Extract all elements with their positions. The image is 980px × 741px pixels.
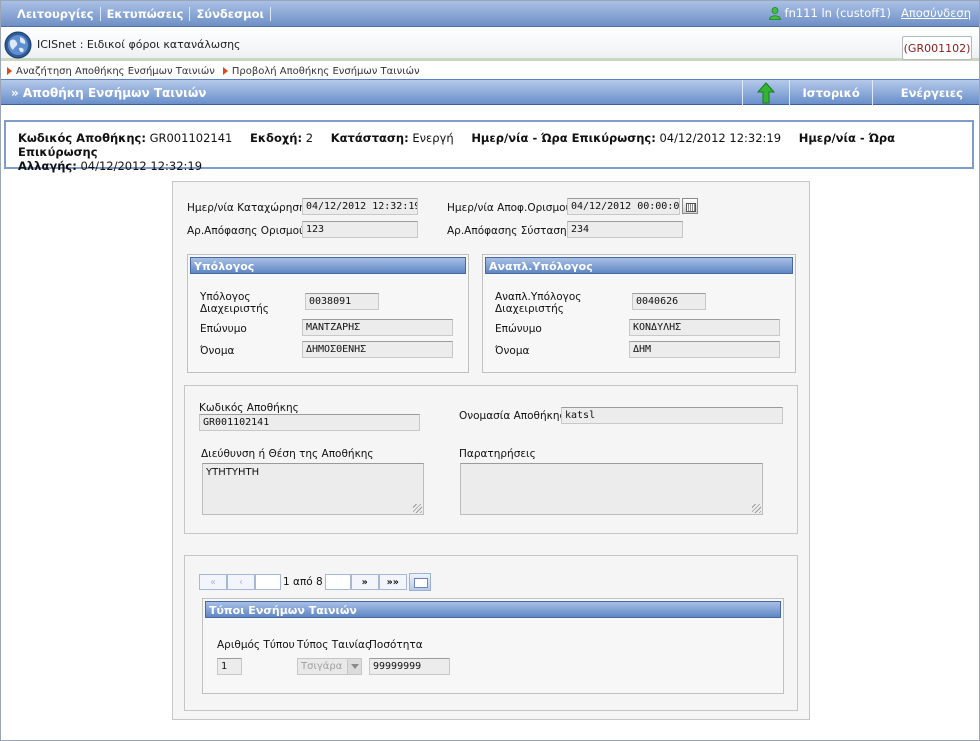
app-title: ICISnet : Ειδικοί φόροι κατανάλωσης: [37, 38, 241, 51]
logout-link[interactable]: Αποσύνδεση: [901, 6, 971, 20]
app-header: ICISnet : Ειδικοί φόροι κατανάλωσης (GR0…: [1, 28, 979, 61]
responsible-surname-field[interactable]: ΜΑΝΤΖΑΡΗΣ: [302, 319, 453, 336]
breadcrumb-search-label: Αναζήτηση Αποθήκης Ενσήμων Ταινιών: [16, 65, 215, 77]
decision-number-field[interactable]: 123: [302, 221, 418, 238]
breadcrumb-view[interactable]: Προβολή Αποθήκης Ενσήμων Ταινιών: [222, 65, 420, 77]
warehouse-form: Ημερ/νία Καταχώρησης 04/12/2012 12:32:19…: [172, 181, 810, 720]
arrow-right-icon: [7, 67, 12, 75]
quantity-header: Ποσότητα: [369, 639, 423, 651]
summary-status-value: Ενεργή: [412, 131, 454, 145]
pagination: « ‹ 1 από 8 » »»: [199, 574, 407, 590]
warehouse-address-textarea[interactable]: ΥΤΗΤΥΗΤΗ: [202, 463, 424, 515]
summary-version-label: Εκδοχή:: [250, 131, 303, 145]
section-header: » Αποθήκη Ενσήμων Ταινιών Ιστορικό Ενέργ…: [1, 79, 979, 105]
export-icon[interactable]: [409, 573, 431, 591]
responsible-id-label: Υπόλογος: [200, 291, 251, 303]
warehouse-address-label: Διεύθυνση ή Θέση της Αποθήκης: [201, 448, 374, 460]
responsible-group: Υπόλογος Υπόλογος Διαχειριστής 0038091 Ε…: [187, 254, 469, 373]
breadcrumb: Αναζήτηση Αποθήκης Ενσήμων Ταινιών Προβο…: [1, 64, 979, 78]
first-page-button[interactable]: «: [199, 574, 227, 590]
responsible-group-title: Υπόλογος: [190, 257, 466, 274]
tape-types-section: « ‹ 1 από 8 » »» Τύποι Ενσήμων Ταινιών Α…: [184, 555, 798, 711]
responsible-id-label-2: Διαχειριστής: [200, 303, 269, 315]
last-page-button[interactable]: »»: [378, 574, 407, 590]
deputy-group-title: Αναπλ.Υπόλογος: [485, 257, 793, 274]
history-button[interactable]: Ιστορικό: [789, 80, 871, 105]
warehouse-name-label: Ονομασία Αποθήκης: [459, 410, 566, 422]
tape-type-value: Τσιγάρα: [301, 661, 343, 672]
warehouse-code-label: Κωδικός Αποθήκης: [199, 402, 299, 414]
responsible-name-field[interactable]: ΔΗΜΟΣΘΕΝΗΣ: [302, 341, 453, 358]
deputy-name-field[interactable]: ΔΗΜ: [629, 341, 780, 358]
page-size-input[interactable]: [324, 574, 351, 590]
menu-prints[interactable]: Εκτυπώσεις: [101, 7, 191, 21]
summary-status-label: Κατάσταση:: [330, 131, 409, 145]
deputy-surname-field[interactable]: ΚΟΝΔΥΛΗΣ: [629, 319, 780, 336]
summary-code-label: Κωδικός Αποθήκης:: [18, 131, 146, 145]
top-menu-bar: Λειτουργίες Εκτυπώσεις Σύνδεσμοι fn111 l…: [1, 1, 979, 27]
tape-type-select[interactable]: Τσιγάρα: [297, 658, 362, 675]
warehouse-details: Κωδικός Αποθήκης GR001102141 Ονομασία Απ…: [184, 385, 798, 534]
section-toolbar: Ιστορικό Ενέργειες: [742, 80, 979, 105]
chevron-down-icon: [347, 659, 361, 674]
deputy-id-label: Αναπλ.Υπόλογος: [495, 291, 582, 303]
user-box: fn111 ln (custoff1) Αποσύνδεση: [768, 6, 971, 20]
breadcrumb-view-label: Προβολή Αποθήκης Ενσήμων Ταινιών: [231, 65, 420, 77]
decision-date-field[interactable]: 04/12/2012 00:00:00: [567, 198, 680, 215]
prev-page-button[interactable]: ‹: [227, 574, 255, 590]
deputy-id-field[interactable]: 0040626: [632, 293, 706, 310]
summary-version-value: 2: [305, 131, 314, 145]
warehouse-address-text: ΥΤΗΤΥΗΤΗ: [206, 467, 260, 478]
type-number-header: Αριθμός Τύπου: [217, 639, 295, 651]
calendar-icon[interactable]: [682, 198, 698, 214]
warehouse-summary: Κωδικός Αποθήκης: GR001102141 Εκδοχή: 2 …: [4, 120, 974, 173]
deputy-id-label-2: Διαχειριστής: [495, 303, 564, 315]
arrow-right-icon: [222, 67, 228, 75]
menu-operations[interactable]: Λειτουργίες: [11, 7, 101, 21]
resize-grip-icon[interactable]: [413, 504, 422, 513]
establishment-number-label: Αρ.Απόφασης Σύστασης: [447, 225, 573, 237]
tape-types-group: Τύποι Ενσήμων Ταινιών Αριθμός Τύπου Τύπο…: [202, 598, 784, 694]
menu-links[interactable]: Σύνδεσμοι: [190, 7, 272, 21]
registration-date-label: Ημερ/νία Καταχώρησης: [187, 202, 312, 214]
resize-grip-icon[interactable]: [752, 504, 761, 513]
decision-date-label: Ημερ/νία Αποφ.Ορισμού: [447, 202, 572, 214]
actions-button[interactable]: Ενέργειες: [871, 80, 979, 105]
responsible-surname-label: Επώνυμο: [200, 323, 247, 335]
warehouse-code-field[interactable]: GR001102141: [199, 414, 420, 431]
establishment-number-field[interactable]: 234: [567, 221, 683, 238]
summary-change-label-2: Αλλαγής:: [18, 159, 77, 173]
registration-date-field[interactable]: 04/12/2012 12:32:19: [302, 198, 418, 215]
quantity-field[interactable]: 99999999: [369, 658, 450, 675]
type-number-field[interactable]: 1: [217, 658, 242, 675]
deputy-surname-label: Επώνυμο: [495, 323, 542, 335]
main-menu: Λειτουργίες Εκτυπώσεις Σύνδεσμοι: [11, 7, 272, 21]
deputy-name-label: Όνομα: [495, 345, 530, 357]
responsible-id-field[interactable]: 0038091: [305, 293, 379, 310]
tape-type-header: Τύπος Ταινίας: [297, 639, 372, 651]
responsible-name-label: Όνομα: [200, 345, 235, 357]
user-name: fn111 ln (custoff1): [784, 6, 891, 20]
notes-label: Παρατηρήσεις: [459, 448, 536, 460]
go-up-button[interactable]: [742, 80, 789, 105]
globe-logo-icon: [4, 31, 32, 59]
application-window: Λειτουργίες Εκτυπώσεις Σύνδεσμοι fn111 l…: [0, 0, 980, 741]
page-indicator: 1 από 8: [283, 576, 323, 588]
summary-change-value: 04/12/2012 12:32:19: [80, 159, 203, 173]
summary-validation-value: 04/12/2012 12:32:19: [659, 131, 782, 145]
deputy-group: Αναπλ.Υπόλογος Αναπλ.Υπόλογος Διαχειριστ…: [482, 254, 796, 373]
page-input[interactable]: [255, 574, 281, 590]
arrow-up-icon: [757, 81, 776, 103]
section-title: » Αποθήκη Ενσήμων Ταινιών: [11, 86, 207, 100]
tape-types-title: Τύποι Ενσήμων Ταινιών: [205, 601, 781, 618]
notes-textarea[interactable]: [460, 463, 763, 515]
summary-code-value: GR001102141: [149, 131, 233, 145]
breadcrumb-search[interactable]: Αναζήτηση Αποθήκης Ενσήμων Ταινιών: [7, 66, 215, 77]
user-icon: [768, 6, 781, 20]
warehouse-name-field[interactable]: katsl: [561, 407, 783, 424]
decision-number-label: Αρ.Απόφασης Ορισμού: [187, 225, 306, 237]
next-page-button[interactable]: »: [350, 574, 379, 590]
summary-validation-label: Ημερ/νία - Ώρα Επικύρωσης:: [471, 131, 656, 145]
office-code-badge: (GR001102): [902, 36, 972, 60]
